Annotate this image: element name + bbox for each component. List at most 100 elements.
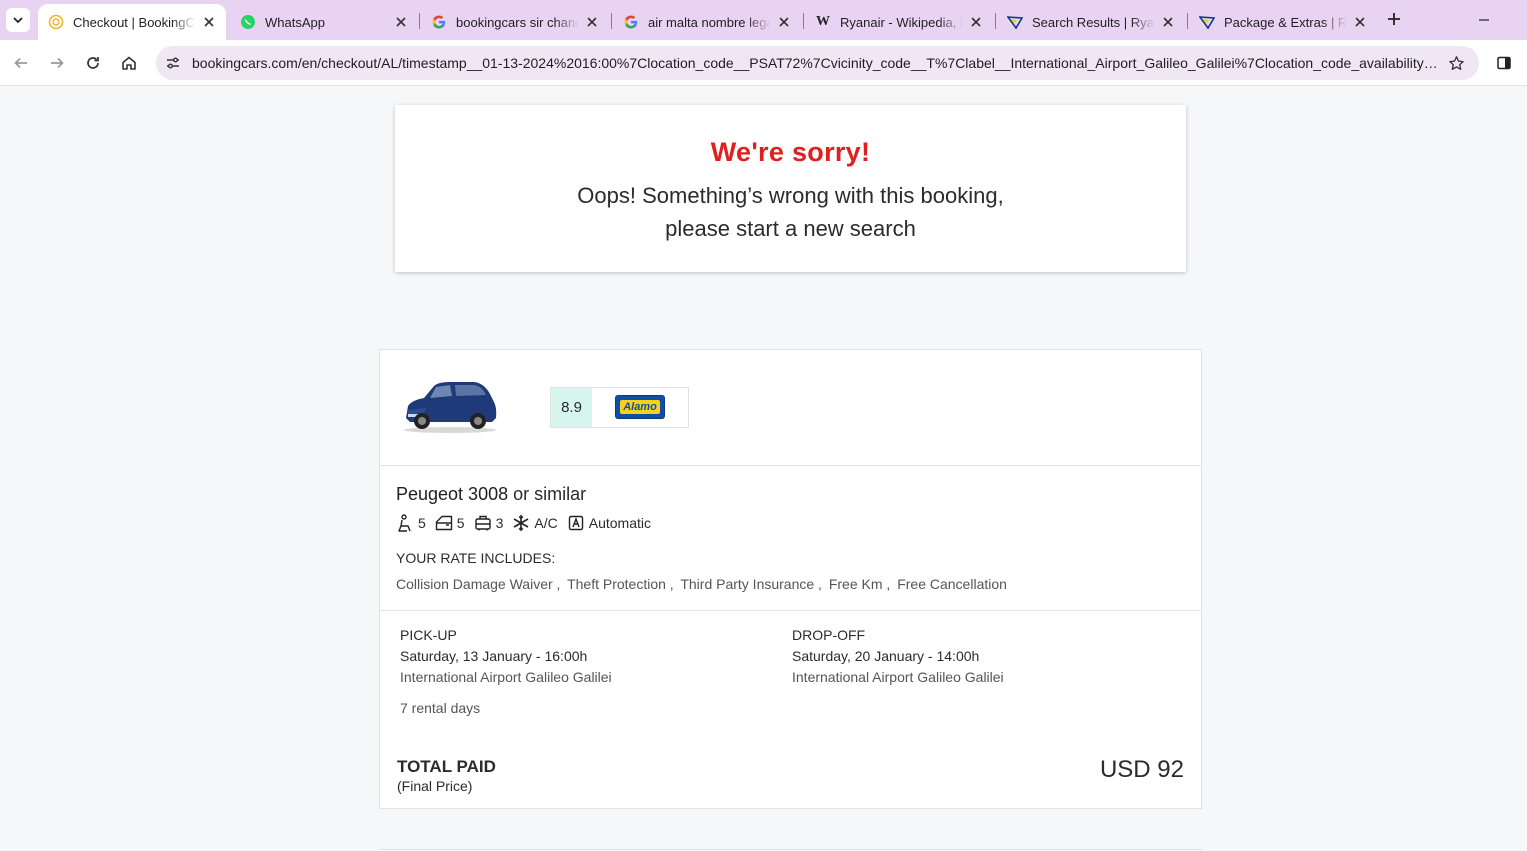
bookingcars-icon bbox=[48, 14, 64, 30]
home-icon bbox=[122, 56, 136, 70]
tab-separator bbox=[611, 13, 612, 29]
chevron-down-icon bbox=[13, 17, 23, 24]
car-model: Peugeot 3008 bbox=[396, 484, 509, 504]
rental-days: 7 rental days bbox=[400, 700, 481, 716]
supplier-logo-text: Alamo bbox=[620, 400, 660, 414]
car-header: 8.9 Alamo bbox=[380, 350, 1201, 466]
side-panel-button[interactable] bbox=[1494, 53, 1514, 73]
luggage-icon bbox=[474, 514, 492, 532]
include-item: Free Cancellation bbox=[897, 576, 1007, 592]
alamo-logo: Alamo bbox=[615, 395, 665, 419]
car-image bbox=[404, 382, 497, 433]
car-specs: 5 5 3 A/C Automatic bbox=[396, 514, 660, 532]
wikipedia-icon: W bbox=[816, 14, 830, 29]
car-details: Peugeot 3008 or similar 5 5 3 A/C Automa… bbox=[380, 466, 1201, 611]
close-icon[interactable] bbox=[583, 13, 601, 31]
dropoff-date: Saturday, 20 January - 14:00h bbox=[792, 648, 980, 664]
tab-title: Checkout | BookingCars bbox=[73, 14, 196, 30]
spec-seats: 5 bbox=[396, 514, 426, 532]
url-text[interactable]: bookingcars.com/en/checkout/AL/timestamp… bbox=[192, 55, 1442, 71]
new-tab-button[interactable] bbox=[1384, 9, 1404, 29]
reload-button[interactable] bbox=[81, 51, 105, 75]
whatsapp-icon bbox=[240, 14, 256, 30]
minimize-icon bbox=[1479, 19, 1489, 21]
ryanair-icon bbox=[1199, 14, 1215, 30]
forward-button[interactable] bbox=[45, 51, 69, 75]
include-item: Free Km , bbox=[828, 576, 891, 592]
tab-title: WhatsApp bbox=[265, 14, 325, 30]
include-item: Theft Protection , bbox=[567, 576, 674, 592]
booking-summary-card: 8.9 Alamo Peugeot 3008 or similar 5 5 3 … bbox=[379, 349, 1202, 809]
transmission-label: Automatic bbox=[588, 515, 651, 531]
pickup-location: International Airport Galileo Galilei bbox=[400, 669, 612, 685]
tab-title: Search Results | Ryanair bbox=[1032, 14, 1155, 30]
doors-count: 5 bbox=[456, 515, 465, 531]
car-name: Peugeot 3008 or similar bbox=[396, 484, 586, 505]
dropoff-location: International Airport Galileo Galilei bbox=[792, 669, 1004, 685]
tab-strip: Checkout | BookingCars WhatsApp bookingc… bbox=[0, 0, 1527, 40]
close-icon[interactable] bbox=[775, 13, 793, 31]
ac-label: A/C bbox=[534, 515, 558, 531]
car-similar: or similar bbox=[513, 484, 587, 504]
plus-icon bbox=[1388, 13, 1400, 25]
close-icon[interactable] bbox=[200, 13, 218, 31]
rate-includes-list: Collision Damage Waiver , Theft Protecti… bbox=[396, 576, 1010, 592]
rating-score: 8.9 bbox=[551, 388, 592, 427]
tab-title: air malta nombre legal bbox=[648, 14, 771, 30]
close-icon[interactable] bbox=[1159, 13, 1177, 31]
pickup-date: Saturday, 13 January - 16:00h bbox=[400, 648, 588, 664]
close-icon[interactable] bbox=[392, 13, 410, 31]
seats-count: 5 bbox=[418, 515, 426, 531]
home-button[interactable] bbox=[117, 51, 141, 75]
dropoff-label: DROP-OFF bbox=[792, 627, 866, 643]
spec-ac: A/C bbox=[512, 514, 558, 532]
total-paid-label: TOTAL PAID bbox=[397, 757, 496, 776]
tab-google-bookingcars[interactable]: bookingcars sir chandler bbox=[421, 4, 609, 40]
minimize-button[interactable] bbox=[1473, 9, 1495, 31]
include-item: Collision Damage Waiver , bbox=[396, 576, 561, 592]
browser-toolbar: bookingcars.com/en/checkout/AL/timestamp… bbox=[0, 40, 1527, 86]
google-icon bbox=[431, 14, 447, 30]
arrow-right-icon bbox=[51, 57, 64, 69]
tab-title: Ryanair - Wikipedia, la enciclopedia bbox=[840, 14, 963, 30]
address-bar[interactable]: bookingcars.com/en/checkout/AL/timestamp… bbox=[156, 46, 1479, 80]
rate-includes-label: YOUR RATE INCLUDES: bbox=[396, 550, 556, 566]
door-icon bbox=[435, 514, 453, 532]
error-title: We're sorry! bbox=[710, 137, 871, 167]
tab-checkout[interactable]: Checkout | BookingCars bbox=[38, 4, 226, 40]
error-line-1: Oops! Something’s wrong with this bookin… bbox=[577, 183, 1004, 208]
tab-wikipedia[interactable]: W Ryanair - Wikipedia, la enciclopedia bbox=[805, 4, 993, 40]
site-info-icon[interactable] bbox=[164, 54, 182, 72]
dropoff-details: DROP-OFF Saturday, 20 January - 14:00h I… bbox=[792, 627, 1004, 685]
tab-ryanair-search[interactable]: Search Results | Ryanair bbox=[997, 4, 1185, 40]
tab-ryanair-extras[interactable]: Package & Extras | Ryanair bbox=[1189, 4, 1377, 40]
close-icon[interactable] bbox=[1351, 13, 1369, 31]
total-amount: USD 92 bbox=[1099, 756, 1184, 783]
trip-details: PICK-UP Saturday, 13 January - 16:00h In… bbox=[380, 611, 1201, 810]
google-icon bbox=[623, 14, 639, 30]
tab-whatsapp[interactable]: WhatsApp bbox=[230, 4, 418, 40]
bookmark-star-icon[interactable] bbox=[1447, 54, 1465, 72]
error-message-card: We're sorry! Oops! Something’s wrong wit… bbox=[395, 105, 1186, 272]
tab-separator bbox=[1187, 13, 1188, 29]
spec-bags: 3 bbox=[474, 514, 504, 532]
tab-google-airmalta[interactable]: air malta nombre legal bbox=[613, 4, 801, 40]
bags-count: 3 bbox=[495, 515, 504, 531]
spec-transmission: Automatic bbox=[567, 514, 651, 532]
back-button[interactable] bbox=[9, 51, 33, 75]
pickup-label: PICK-UP bbox=[400, 627, 457, 643]
pickup-details: PICK-UP Saturday, 13 January - 16:00h In… bbox=[400, 627, 612, 685]
tab-search-button[interactable] bbox=[6, 8, 30, 32]
snowflake-icon bbox=[512, 514, 530, 532]
error-line-2: please start a new search bbox=[665, 216, 916, 241]
include-item: Third Party Insurance , bbox=[680, 576, 822, 592]
final-price-note: (Final Price) bbox=[397, 778, 473, 794]
tab-separator bbox=[419, 13, 420, 29]
tab-separator bbox=[995, 13, 996, 29]
error-message: Oops! Something’s wrong with this bookin… bbox=[395, 179, 1186, 245]
ryanair-icon bbox=[1007, 14, 1023, 30]
close-icon[interactable] bbox=[967, 13, 985, 31]
arrow-left-icon bbox=[14, 57, 27, 69]
supplier-rating-box: 8.9 Alamo bbox=[550, 387, 689, 428]
automatic-transmission-icon bbox=[567, 514, 585, 532]
